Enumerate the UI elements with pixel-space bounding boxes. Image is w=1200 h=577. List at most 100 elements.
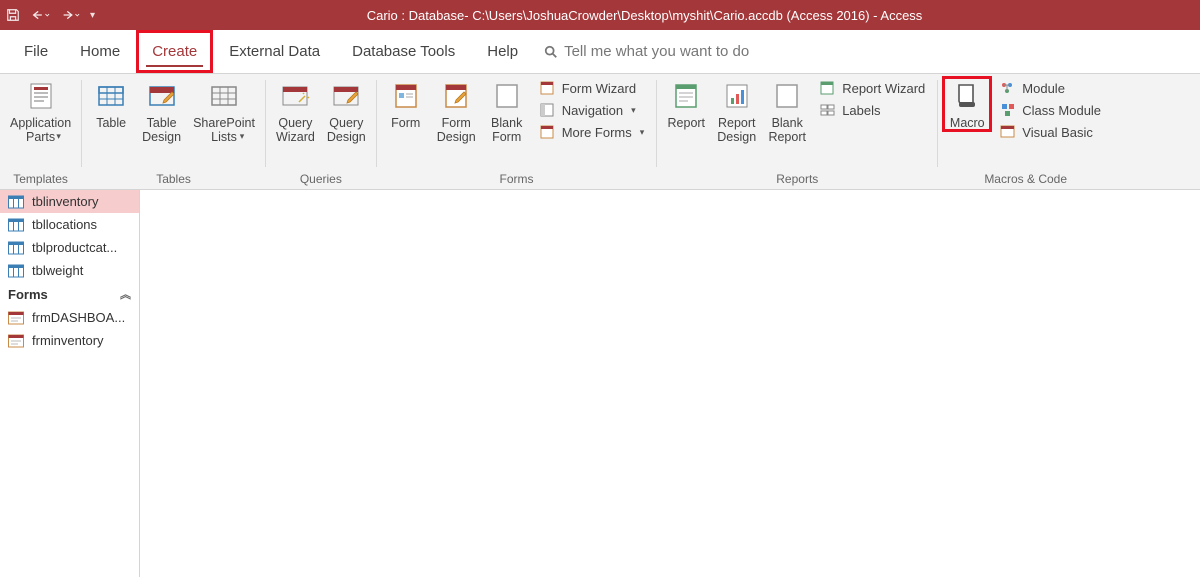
report-label: Report	[668, 116, 706, 130]
form-wizard-icon	[540, 80, 556, 96]
group-macros-code-label: Macros & Code	[944, 172, 1107, 189]
nav-table-item[interactable]: tbllocations	[0, 213, 139, 236]
blank-form-button[interactable]: Blank Form	[484, 78, 530, 145]
macro-icon	[951, 80, 983, 112]
module-icon	[1000, 80, 1016, 96]
tab-help[interactable]: Help	[471, 30, 534, 73]
group-queries: Query Wizard Query Design Queries	[266, 74, 376, 189]
macro-button[interactable]: Macro	[944, 78, 990, 130]
form-icon	[8, 334, 24, 348]
visual-basic-label: Visual Basic	[1022, 125, 1093, 140]
navigation-button[interactable]: Navigation▾	[534, 100, 651, 120]
nav-item-label: tblinventory	[32, 194, 98, 209]
blank-form-icon	[491, 80, 523, 112]
nav-item-label: frmDASHBOA...	[32, 310, 125, 325]
tell-me-placeholder: Tell me what you want to do	[564, 43, 749, 60]
form-icon	[8, 311, 24, 325]
class-module-icon	[1000, 102, 1016, 118]
table-design-label: Table Design	[142, 116, 181, 145]
tell-me-search[interactable]: Tell me what you want to do	[544, 30, 749, 73]
report-wizard-button[interactable]: Report Wizard	[814, 78, 931, 98]
nav-forms-header[interactable]: Forms ︽	[0, 282, 139, 306]
query-design-label: Query Design	[327, 116, 366, 145]
group-forms: Form Form Design Blank Form Form Wizard	[377, 74, 657, 189]
more-forms-icon	[540, 124, 556, 140]
collapse-icon: ︽	[120, 286, 131, 302]
group-tables: Table Table Design SharePoint Lists ▾ Ta…	[82, 74, 265, 189]
table-label: Table	[96, 116, 126, 130]
application-parts-button[interactable]: Application Parts ▾	[6, 78, 75, 141]
blank-form-label: Blank Form	[491, 116, 522, 145]
title-bar: ▾ Cario : Database- C:\Users\JoshuaCrowd…	[0, 0, 1200, 30]
labels-button[interactable]: Labels	[814, 100, 931, 120]
redo-icon[interactable]	[60, 8, 80, 22]
save-icon[interactable]	[6, 8, 20, 22]
class-module-button[interactable]: Class Module	[994, 100, 1107, 120]
window-title: Cario : Database- C:\Users\JoshuaCrowder…	[95, 8, 1194, 23]
nav-table-item[interactable]: tblinventory	[0, 190, 139, 213]
report-wizard-icon	[820, 80, 836, 96]
tab-create[interactable]: Create	[136, 30, 213, 73]
group-queries-label: Queries	[272, 172, 370, 189]
tab-external-data[interactable]: External Data	[213, 30, 336, 73]
more-forms-button[interactable]: More Forms▾	[534, 122, 651, 142]
form-button[interactable]: Form	[383, 78, 429, 130]
nav-table-item[interactable]: tblproductcat...	[0, 236, 139, 259]
nav-table-item[interactable]: tblweight	[0, 259, 139, 282]
table-design-button[interactable]: Table Design	[138, 78, 185, 145]
blank-report-button[interactable]: Blank Report	[764, 78, 810, 145]
more-forms-label: More Forms	[562, 125, 632, 140]
undo-icon[interactable]	[30, 8, 50, 22]
blank-report-icon	[771, 80, 803, 112]
main-workspace	[140, 190, 1200, 577]
form-wizard-button[interactable]: Form Wizard	[534, 78, 651, 98]
labels-icon	[820, 102, 836, 118]
dropdown-caret-icon: ▾	[240, 131, 245, 141]
table-icon	[8, 264, 24, 278]
group-templates-label: Templates	[6, 172, 75, 189]
query-design-button[interactable]: Query Design	[323, 78, 370, 145]
blank-report-label: Blank Report	[768, 116, 806, 145]
form-design-button[interactable]: Form Design	[433, 78, 480, 145]
ribbon-tab-row: File Home Create External Data Database …	[0, 30, 1200, 74]
query-wizard-button[interactable]: Query Wizard	[272, 78, 319, 145]
report-wizard-label: Report Wizard	[842, 81, 925, 96]
form-design-label: Form Design	[437, 116, 476, 145]
query-wizard-icon	[279, 80, 311, 112]
form-design-icon	[440, 80, 472, 112]
navigation-icon	[540, 102, 556, 118]
query-design-icon	[330, 80, 362, 112]
application-parts-icon	[25, 80, 57, 112]
query-wizard-label: Query Wizard	[276, 116, 315, 145]
table-icon	[8, 241, 24, 255]
visual-basic-button[interactable]: Visual Basic	[994, 122, 1107, 142]
report-design-button[interactable]: Report Design	[713, 78, 760, 145]
tab-file[interactable]: File	[8, 30, 64, 73]
dropdown-caret-icon: ▾	[631, 105, 636, 116]
nav-form-item[interactable]: frmDASHBOA...	[0, 306, 139, 329]
group-forms-label: Forms	[383, 172, 651, 189]
module-label: Module	[1022, 81, 1065, 96]
table-icon	[8, 218, 24, 232]
nav-item-label: tblproductcat...	[32, 240, 117, 255]
sharepoint-lists-button[interactable]: SharePoint Lists ▾	[189, 78, 259, 141]
quick-access-toolbar: ▾	[6, 8, 95, 22]
table-design-icon	[146, 80, 178, 112]
dropdown-caret-icon: ▾	[56, 131, 61, 141]
form-wizard-label: Form Wizard	[562, 81, 636, 96]
nav-header-label: Forms	[8, 287, 48, 302]
tab-database-tools[interactable]: Database Tools	[336, 30, 471, 73]
report-icon	[670, 80, 702, 112]
form-icon	[390, 80, 422, 112]
module-button[interactable]: Module	[994, 78, 1107, 98]
group-tables-label: Tables	[88, 172, 259, 189]
report-button[interactable]: Report	[663, 78, 709, 130]
sharepoint-lists-icon	[208, 80, 240, 112]
report-design-label: Report Design	[717, 116, 756, 145]
navigation-pane: tblinventory tbllocations tblproductcat.…	[0, 190, 140, 577]
form-label: Form	[391, 116, 420, 130]
table-button[interactable]: Table	[88, 78, 134, 130]
tab-home[interactable]: Home	[64, 30, 136, 73]
nav-form-item[interactable]: frminventory	[0, 329, 139, 352]
qat-customize-icon[interactable]: ▾	[90, 10, 95, 21]
